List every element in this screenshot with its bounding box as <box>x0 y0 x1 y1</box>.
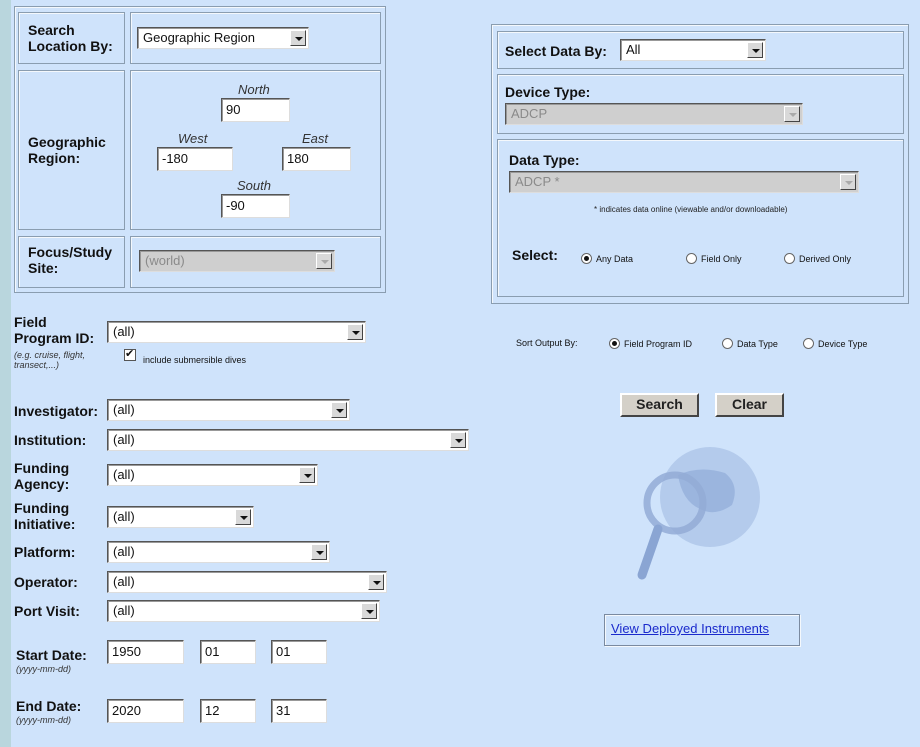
device-type-label: Device Type: <box>505 84 591 100</box>
field-program-label: Field Program ID: <box>14 314 95 346</box>
end-year-input[interactable]: 2020 <box>107 699 184 723</box>
chevron-down-icon <box>290 30 306 46</box>
radio-button[interactable] <box>609 338 620 350</box>
focus-site-select[interactable]: (world) <box>139 250 335 272</box>
platform-label: Platform: <box>14 544 76 560</box>
end-month-input[interactable]: 12 <box>200 699 256 723</box>
west-input[interactable]: -180 <box>157 147 233 171</box>
operator-label: Operator: <box>14 574 78 590</box>
south-label: South <box>237 178 271 193</box>
port-visit-select[interactable]: (all) <box>107 600 380 622</box>
radio-button[interactable] <box>722 338 733 350</box>
north-input[interactable]: 90 <box>221 98 290 122</box>
submersible-label: include submersible dives <box>143 355 247 365</box>
start-month-input[interactable]: 01 <box>200 640 256 664</box>
clear-button[interactable]: Clear <box>715 393 784 417</box>
sort-by-program[interactable]: Field Program ID <box>609 335 692 353</box>
data-type-label: Data Type: <box>509 152 580 168</box>
data-type-select[interactable]: ADCP * <box>509 171 859 193</box>
chevron-down-icon <box>311 544 327 560</box>
select-data-by-select[interactable]: All <box>620 39 766 61</box>
device-type-select[interactable]: ADCP <box>505 103 803 125</box>
radio-button[interactable] <box>803 338 814 350</box>
chevron-down-icon <box>450 432 466 448</box>
radio-button[interactable] <box>686 253 697 265</box>
start-day-input[interactable]: 01 <box>271 640 327 664</box>
chevron-down-icon <box>368 574 384 590</box>
field-program-hint: (e.g. cruise, flight, transect,...) <box>14 350 86 370</box>
search-location-label: Search Location By: <box>28 22 113 54</box>
west-label: West <box>178 131 208 146</box>
chevron-down-icon <box>840 174 856 190</box>
geographic-region-label: Geographic Region: <box>28 134 106 166</box>
end-day-input[interactable]: 31 <box>271 699 327 723</box>
radio-button[interactable] <box>784 253 795 265</box>
chevron-down-icon <box>347 324 363 340</box>
operator-select[interactable]: (all) <box>107 571 387 593</box>
online-note: * indicates data online (viewable and/or… <box>594 205 788 214</box>
end-date-label: End Date: <box>16 698 82 714</box>
investigator-label: Investigator: <box>14 403 99 419</box>
sort-by-data-type[interactable]: Data Type <box>722 335 778 353</box>
radio-any-data[interactable]: Any Data <box>581 250 633 268</box>
radio-field-only[interactable]: Field Only <box>686 250 742 268</box>
focus-site-label: Focus/Study Site: <box>28 244 113 276</box>
chevron-down-icon <box>331 402 347 418</box>
chevron-down-icon <box>299 467 315 483</box>
funding-agency-label: Funding Agency: <box>14 460 70 492</box>
chevron-down-icon <box>235 509 251 525</box>
platform-select[interactable]: (all) <box>107 541 330 563</box>
funding-agency-select[interactable]: (all) <box>107 464 318 486</box>
chevron-down-icon <box>316 253 332 269</box>
start-date-label: Start Date: <box>16 647 87 663</box>
funding-initiative-label: Funding Initiative: <box>14 500 76 532</box>
search-location-select[interactable]: Geographic Region <box>137 27 309 49</box>
east-input[interactable]: 180 <box>282 147 351 171</box>
start-year-input[interactable]: 1950 <box>107 640 184 664</box>
radio-derived-only[interactable]: Derived Only <box>784 250 851 268</box>
investigator-select[interactable]: (all) <box>107 399 350 421</box>
funding-initiative-select[interactable]: (all) <box>107 506 254 528</box>
south-input[interactable]: -90 <box>221 194 290 218</box>
field-program-select[interactable]: (all) <box>107 321 366 343</box>
view-deployed-instruments-link[interactable]: View Deployed Instruments <box>611 621 769 636</box>
chevron-down-icon <box>784 106 800 122</box>
sort-output-label: Sort Output By: <box>516 338 578 348</box>
east-label: East <box>302 131 329 146</box>
deployed-instruments-box: View Deployed Instruments <box>604 614 800 646</box>
end-date-hint: (yyyy-mm-dd) <box>16 715 71 725</box>
left-stripe <box>0 0 11 747</box>
north-label: North <box>238 82 270 97</box>
institution-label: Institution: <box>14 432 87 448</box>
chevron-down-icon <box>361 603 377 619</box>
magnifier-globe-icon <box>637 447 760 580</box>
select-data-by-label: Select Data By: <box>505 43 607 59</box>
chevron-down-icon <box>747 42 763 58</box>
search-button[interactable]: Search <box>620 393 699 417</box>
radio-button[interactable] <box>581 253 592 265</box>
institution-select[interactable]: (all) <box>107 429 469 451</box>
select-label: Select: <box>512 247 558 263</box>
start-date-hint: (yyyy-mm-dd) <box>16 664 71 674</box>
submersible-checkbox[interactable] <box>124 347 136 361</box>
sort-by-device-type[interactable]: Device Type <box>803 335 867 353</box>
port-visit-label: Port Visit: <box>14 603 80 619</box>
